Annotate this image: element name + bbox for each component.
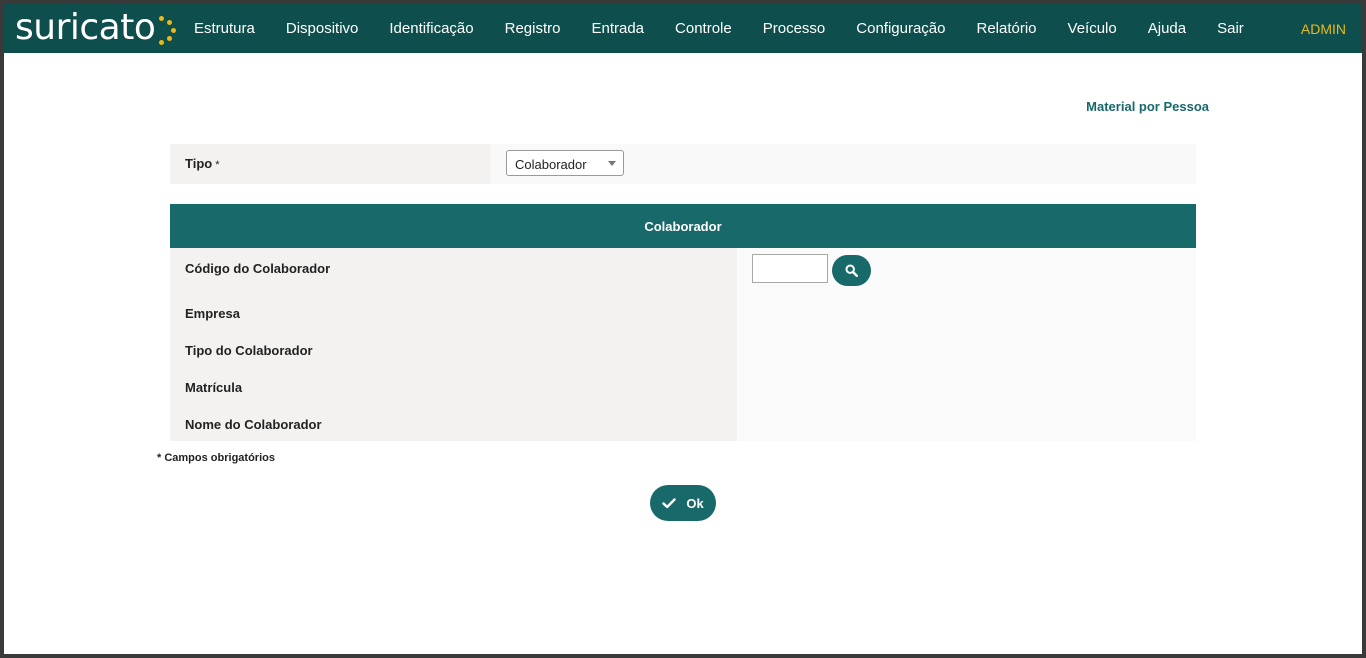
codigo-colaborador-input[interactable] [752, 254, 828, 283]
top-navbar: suricato Estrutura Dispositivo Identific… [4, 4, 1362, 53]
empresa-label: Empresa [185, 306, 240, 321]
app-window: suricato Estrutura Dispositivo Identific… [4, 4, 1362, 654]
matricula-label: Matrícula [185, 380, 243, 395]
search-icon [845, 264, 858, 277]
nav-item-dispositivo[interactable]: Dispositivo [286, 20, 359, 37]
user-menu-admin[interactable]: ADMIN [1301, 4, 1346, 53]
tipo-select-value: Colaborador [515, 157, 587, 172]
nav-item-controle[interactable]: Controle [675, 20, 732, 37]
tipo-select[interactable]: Colaborador [506, 150, 624, 176]
nav-item-ajuda[interactable]: Ajuda [1148, 20, 1186, 37]
nav-item-entrada[interactable]: Entrada [591, 20, 644, 37]
tipo-row: Tipo * Colaborador [170, 144, 1196, 184]
tipo-label: Tipo * [185, 156, 219, 171]
logo-text: suricato [15, 7, 156, 48]
tipo-label-text: Tipo [185, 156, 213, 171]
nav-item-estrutura[interactable]: Estrutura [194, 20, 255, 37]
nav-item-identificacao[interactable]: Identificação [389, 20, 473, 37]
page-title: Material por Pessoa [1086, 99, 1209, 114]
tipo-label-cell: Tipo * [170, 144, 491, 184]
chevron-down-icon [608, 161, 616, 166]
nav-item-configuracao[interactable]: Configuração [856, 20, 945, 37]
panel-labels-column: Código do Colaborador Empresa Tipo do Co… [170, 248, 737, 441]
colaborador-panel-header: Colaborador [170, 204, 1196, 248]
required-marker: * [215, 159, 220, 171]
nome-colaborador-label: Nome do Colaborador [185, 417, 322, 432]
ok-button[interactable]: Ok [650, 485, 716, 521]
nav-item-registro[interactable]: Registro [505, 20, 561, 37]
ok-button-label: Ok [686, 495, 704, 511]
colaborador-panel: Código do Colaborador Empresa Tipo do Co… [170, 248, 1196, 441]
tipo-colaborador-label: Tipo do Colaborador [185, 343, 313, 358]
nav-item-relatorio[interactable]: Relatório [977, 20, 1037, 37]
main-nav: Estrutura Dispositivo Identificação Regi… [194, 4, 1275, 53]
codigo-colaborador-label: Código do Colaborador [185, 261, 331, 276]
check-icon [662, 497, 677, 508]
suricato-logo[interactable]: suricato [15, 6, 177, 50]
nav-item-veiculo[interactable]: Veículo [1068, 20, 1117, 37]
nav-item-processo[interactable]: Processo [763, 20, 826, 37]
logo-dots-icon [156, 10, 177, 46]
search-colaborador-button[interactable] [832, 255, 871, 286]
nav-item-sair[interactable]: Sair [1217, 20, 1244, 37]
required-fields-note: * Campos obrigatórios [157, 452, 275, 464]
